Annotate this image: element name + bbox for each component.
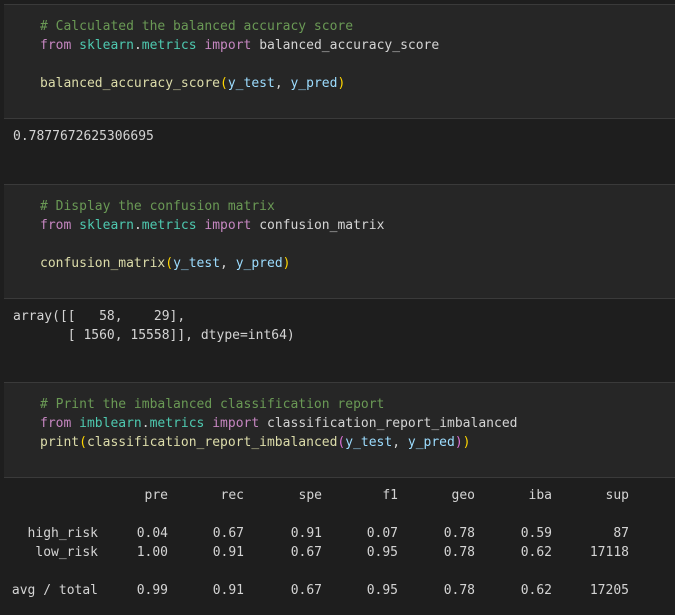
submodule-name: metrics [141,38,197,53]
value-rec: 0.91 [212,545,244,560]
output-balanced-accuracy: 0.7877672625306695 [13,129,154,144]
code-import-line: from sklearn.metrics import confusion_ma… [40,216,384,235]
code-cell-balanced-accuracy[interactable]: # Calculated the balanced accuracy score… [4,4,675,119]
keyword-import: import [204,38,252,53]
module-name: sklearn [79,218,134,233]
import-name: balanced_accuracy_score [259,38,440,53]
value-sup: 87 [613,526,629,541]
report-header-row: pre rec spe f1 geo iba sup [0,486,660,505]
close-paren: ) [454,435,463,450]
code-import-line: from sklearn.metrics import balanced_acc… [40,36,439,55]
value-spe: 0.67 [290,545,322,560]
arg-y-pred: y_pred [235,256,283,271]
keyword-from: from [40,416,72,431]
arg-separator: , [274,76,291,91]
output-confusion-matrix-line-2: [ 1560, 15558]], dtype=int64) [13,328,295,343]
close-paren: ) [282,256,291,271]
dot: . [133,38,142,53]
keyword-from: from [40,218,72,233]
value-sup: 17205 [589,583,629,598]
code-cell-confusion-matrix[interactable]: # Display the confusion matrix from skle… [4,184,675,299]
function-name: classification_report_imbalanced [86,435,338,450]
arg-y-test: y_test [173,256,221,271]
print-close-paren: ) [462,435,471,450]
import-name: classification_report_imbalanced [267,416,518,431]
code-cell-classification-report[interactable]: # Print the imbalanced classification re… [4,382,675,478]
code-comment: # Display the confusion matrix [40,197,275,216]
open-paren: ( [165,256,174,271]
header-pre: pre [144,488,168,503]
submodule-name: metrics [141,218,197,233]
module-name: sklearn [79,38,134,53]
code-print-line: print(classification_report_imbalanced(y… [40,433,471,452]
value-f1: 0.95 [366,545,398,560]
keyword-from: from [40,38,72,53]
value-rec: 0.67 [212,526,244,541]
code-comment: # Calculated the balanced accuracy score [40,17,353,36]
header-spe: spe [298,488,322,503]
value-iba: 0.62 [520,545,552,560]
header-sup: sup [605,488,629,503]
output-confusion-matrix-line-1: array([[ 58, 29], [13,309,186,324]
value-rec: 0.91 [212,583,244,598]
value-pre: 1.00 [136,545,168,560]
value-sup: 17118 [589,545,629,560]
arg-y-pred: y_pred [407,435,455,450]
module-name: imblearn [79,416,142,431]
code-comment: # Print the imbalanced classification re… [40,395,384,414]
value-pre: 0.99 [136,583,168,598]
comment-text: # Display the confusion matrix [40,199,275,214]
arg-y-pred: y_pred [290,76,338,91]
arg-y-test: y_test [345,435,393,450]
keyword-import: import [212,416,260,431]
header-rec: rec [220,488,244,503]
row-label: low_risk [35,545,98,560]
row-label: avg / total [11,583,98,598]
close-paren: ) [337,76,346,91]
code-call-line: confusion_matrix(y_test, y_pred) [40,254,290,273]
code-import-line: from imblearn.metrics import classificat… [40,414,517,433]
print-open-paren: ( [79,435,87,450]
header-geo: geo [451,488,475,503]
header-iba: iba [528,488,552,503]
code-call-line: balanced_accuracy_score(y_test, y_pred) [40,74,345,93]
arg-separator: , [220,256,236,271]
value-f1: 0.95 [366,583,398,598]
value-iba: 0.62 [520,583,552,598]
import-name: confusion_matrix [259,218,385,233]
function-name: confusion_matrix [40,256,166,271]
value-geo: 0.78 [443,545,475,560]
report-row-avg-total: avg / total 0.99 0.91 0.67 0.95 0.78 0.6… [0,581,660,600]
comment-text: # Print the imbalanced classification re… [40,397,385,412]
arg-y-test: y_test [227,76,275,91]
value-geo: 0.78 [443,526,475,541]
value-spe: 0.67 [290,583,322,598]
value-f1: 0.07 [366,526,398,541]
function-name: balanced_accuracy_score [40,76,221,91]
open-paren: ( [220,76,228,91]
value-iba: 0.59 [520,526,552,541]
row-label: high_risk [27,526,98,541]
header-f1: f1 [382,488,398,503]
value-spe: 0.91 [290,526,322,541]
value-geo: 0.78 [443,583,475,598]
keyword-import: import [204,218,252,233]
submodule-name: metrics [149,416,205,431]
dot: . [133,218,142,233]
print-function: print [40,435,80,450]
arg-separator: , [392,435,408,450]
report-row-high-risk: high_risk 0.04 0.67 0.91 0.07 0.78 0.59 … [0,524,660,543]
report-row-low-risk: low_risk 1.00 0.91 0.67 0.95 0.78 0.62 1… [0,543,660,562]
dot: . [141,416,150,431]
value-pre: 0.04 [136,526,168,541]
comment-text: # Calculated the balanced accuracy score [40,19,354,34]
